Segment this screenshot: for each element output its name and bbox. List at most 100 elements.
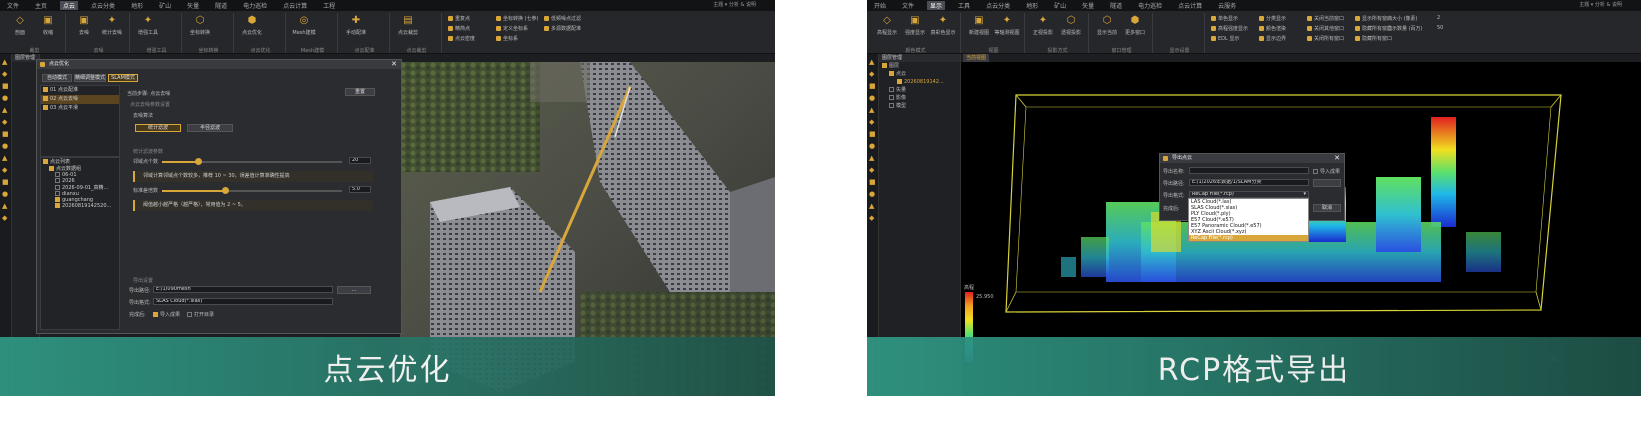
- ribbon-button[interactable]: ✦ 真彩色显示: [930, 15, 956, 36]
- menu-item[interactable]: 显示: [927, 1, 946, 10]
- tool-icon[interactable]: ◆: [2, 118, 10, 126]
- ribbon-small-button[interactable]: EDL 显示: [1211, 35, 1239, 42]
- tool-icon[interactable]: ■: [2, 178, 10, 186]
- checkbox-icon[interactable]: [55, 178, 60, 183]
- menu-item[interactable]: 矢量: [184, 1, 202, 10]
- checkbox-icon[interactable]: [55, 191, 60, 196]
- ribbon-button[interactable]: ⬡ 透视投影: [1058, 15, 1084, 36]
- ribbon-button[interactable]: ⬢ 更多窗口: [1122, 15, 1148, 36]
- ribbon-button[interactable]: ▣ 收缩: [35, 15, 61, 36]
- menu-item[interactable]: 矢量: [1079, 1, 1097, 10]
- menu-item[interactable]: 电力巡检: [240, 1, 270, 10]
- point-size-input[interactable]: 2: [1437, 15, 1440, 21]
- step-item[interactable]: 01 点云配准: [41, 86, 119, 95]
- neighbor-count-input[interactable]: 20: [349, 157, 371, 164]
- checkbox-icon[interactable]: [55, 203, 60, 208]
- menu-right-controls[interactable]: 主题 ▾ 分析 & 说明: [1576, 1, 1625, 8]
- ribbon-button[interactable]: ▣ 强度显示: [902, 15, 928, 36]
- ribbon-button[interactable]: ▤ 点云裁剪: [395, 15, 421, 36]
- tool-icon[interactable]: ▲: [869, 106, 877, 114]
- tree-row[interactable]: 2026-09-01_高精...: [41, 184, 119, 191]
- import-result-option[interactable]: 导入成果: [153, 311, 180, 318]
- tree-row[interactable]: 点云数据组: [41, 165, 119, 172]
- checkbox-icon[interactable]: [43, 96, 48, 101]
- menu-item[interactable]: 点云分类: [983, 1, 1013, 10]
- tool-icon[interactable]: ●: [2, 142, 10, 150]
- menu-item[interactable]: 地形: [128, 1, 146, 10]
- ribbon-button[interactable]: ▣ 去噪: [71, 15, 97, 36]
- tool-icon[interactable]: ▲: [2, 202, 10, 210]
- tree-row[interactable]: 模型: [879, 102, 960, 110]
- tool-icon[interactable]: ●: [869, 94, 877, 102]
- display-count-input[interactable]: 50: [1437, 25, 1443, 31]
- checkbox-icon[interactable]: [882, 63, 887, 68]
- ribbon-small-button[interactable]: 坐标系: [496, 35, 518, 42]
- ribbon-button[interactable]: ◎ Mesh建模: [291, 15, 317, 36]
- view-tab[interactable]: 当前视图: [963, 54, 989, 62]
- menu-item[interactable]: 开始: [871, 1, 889, 10]
- tool-icon[interactable]: ●: [2, 190, 10, 198]
- ribbon-small-button[interactable]: 定义坐标系: [496, 25, 528, 32]
- menu-item[interactable]: 云服务: [1215, 1, 1239, 10]
- tool-icon[interactable]: ●: [869, 190, 877, 198]
- radius-filter-button[interactable]: 半径滤波: [187, 124, 233, 132]
- tool-icon[interactable]: ◆: [2, 70, 10, 78]
- mode-tab-auto[interactable]: 自动模式: [42, 74, 72, 82]
- menu-item[interactable]: 隧道: [212, 1, 230, 10]
- tree-row[interactable]: 20260819142520...: [41, 203, 119, 209]
- slider-handle[interactable]: [222, 187, 229, 194]
- ribbon-button[interactable]: ✦ 统计去噪: [99, 15, 125, 36]
- checkbox-icon[interactable]: [49, 166, 54, 171]
- format-dropdown-list[interactable]: LAS Cloud(*.las) SLAS Cloud(*.slas) PLY Cl…: [1188, 198, 1309, 242]
- checkbox-icon[interactable]: [1313, 169, 1318, 174]
- checkbox-icon[interactable]: [889, 95, 894, 100]
- menu-item[interactable]: 隧道: [1107, 1, 1125, 10]
- ribbon-small-button[interactable]: 点云密度: [448, 35, 475, 42]
- mode-tab-slam[interactable]: SLAM模式: [108, 74, 138, 82]
- ribbon-small-button[interactable]: 坐标转换 (七参): [496, 15, 539, 22]
- ribbon-small-button[interactable]: 关闭所有窗口: [1307, 35, 1344, 42]
- ribbon-small-button[interactable]: 关闭当前窗口: [1307, 15, 1344, 22]
- tool-icon[interactable]: ■: [869, 178, 877, 186]
- checkbox-icon[interactable]: [43, 87, 48, 92]
- close-icon[interactable]: ✕: [391, 60, 397, 69]
- statistical-filter-button[interactable]: 统计滤波: [135, 124, 181, 132]
- menu-item[interactable]: 工具: [955, 1, 973, 10]
- ribbon-small-button[interactable]: 颜色渲染: [1259, 25, 1286, 32]
- tree-row[interactable]: 20260819142...: [879, 78, 960, 86]
- menu-item[interactable]: 电力巡检: [1135, 1, 1165, 10]
- menu-right-controls[interactable]: 主题 ▾ 分析 & 说明: [710, 1, 759, 8]
- tool-icon[interactable]: ◆: [2, 166, 10, 174]
- ribbon-button[interactable]: ◇ 剖面: [7, 15, 33, 36]
- checkbox-icon[interactable]: [897, 79, 902, 84]
- step-item[interactable]: 03 点云平滑: [41, 104, 119, 113]
- tool-icon[interactable]: ▲: [869, 202, 877, 210]
- ribbon-button[interactable]: ⬡ 显示当前: [1094, 15, 1120, 36]
- menu-item[interactable]: 点云计算: [1175, 1, 1205, 10]
- browse-button[interactable]: ...: [337, 286, 371, 294]
- export-path-input[interactable]: E:/1/2026年数据/1/SLAM分类: [1189, 179, 1309, 186]
- checkbox-icon[interactable]: [43, 159, 48, 164]
- checkbox-icon[interactable]: [153, 312, 158, 317]
- export-format-select[interactable]: ReCap File(*.rcp) ▾: [1189, 191, 1309, 198]
- browse-button[interactable]: [1313, 179, 1341, 187]
- menu-item[interactable]: 主页: [32, 1, 50, 10]
- tool-icon[interactable]: ◆: [2, 214, 10, 222]
- tool-icon[interactable]: ◆: [869, 70, 877, 78]
- menu-item[interactable]: 矿山: [1051, 1, 1069, 10]
- std-multiplier-slider[interactable]: [162, 187, 342, 194]
- menu-item[interactable]: 文件: [899, 1, 917, 10]
- tool-icon[interactable]: ▲: [2, 154, 10, 162]
- tool-icon[interactable]: ▲: [869, 58, 877, 66]
- menu-item[interactable]: 工程: [320, 1, 338, 10]
- export-path-input[interactable]: E:/1/090mesh: [153, 286, 333, 293]
- ribbon-small-button[interactable]: 单色显示: [1211, 15, 1238, 22]
- tool-icon[interactable]: ■: [2, 130, 10, 138]
- tree-row[interactable]: 矢量: [879, 86, 960, 94]
- ribbon-small-button[interactable]: 隐藏所有窗口: [1355, 35, 1392, 42]
- export-format-select[interactable]: SLAS Cloud(*.slas): [153, 298, 333, 305]
- ribbon-small-button[interactable]: 分类显示: [1259, 15, 1286, 22]
- format-option[interactable]: ReCap File(*.rcp): [1189, 235, 1308, 241]
- ribbon-small-button[interactable]: 关闭其他窗口: [1307, 25, 1344, 32]
- menu-item[interactable]: 矿山: [156, 1, 174, 10]
